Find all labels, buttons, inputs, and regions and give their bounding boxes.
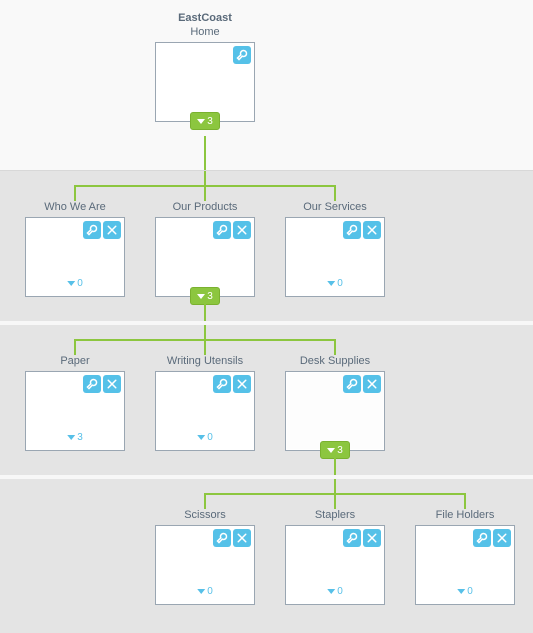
- node-label: Scissors: [155, 509, 255, 521]
- child-count-badge[interactable]: 3: [190, 112, 220, 130]
- child-count: 3: [207, 291, 213, 302]
- close-icon[interactable]: [493, 529, 511, 547]
- node-card[interactable]: 3: [25, 371, 125, 451]
- wrench-icon[interactable]: [213, 375, 231, 393]
- node-our-services: Our Services 0: [285, 201, 385, 297]
- arrow-down-icon: [67, 281, 75, 286]
- wrench-icon[interactable]: [213, 221, 231, 239]
- child-count-badge[interactable]: 0: [191, 582, 219, 600]
- node-label: Staplers: [285, 509, 385, 521]
- child-count-badge[interactable]: 3: [190, 287, 220, 305]
- node-label: Who We Are: [25, 201, 125, 213]
- close-icon[interactable]: [363, 529, 381, 547]
- node-who-we-are: Who We Are 0: [25, 201, 125, 297]
- child-count: 0: [337, 278, 343, 289]
- node-our-products: Our Products 3: [155, 201, 255, 297]
- arrow-down-icon: [327, 281, 335, 286]
- arrow-down-icon: [457, 589, 465, 594]
- close-icon[interactable]: [233, 529, 251, 547]
- node-label: Our Products: [155, 201, 255, 213]
- wrench-icon[interactable]: [83, 221, 101, 239]
- child-count: 0: [337, 586, 343, 597]
- close-icon[interactable]: [233, 221, 251, 239]
- node-card[interactable]: 0: [25, 217, 125, 297]
- child-count: 3: [337, 445, 343, 456]
- child-count-badge[interactable]: 0: [191, 428, 219, 446]
- arrow-down-icon: [197, 589, 205, 594]
- node-label: Paper: [25, 355, 125, 367]
- arrow-down-icon: [67, 435, 75, 440]
- close-icon[interactable]: [363, 375, 381, 393]
- child-count: 0: [207, 432, 213, 443]
- arrow-down-icon: [327, 589, 335, 594]
- node-desk-supplies: Desk Supplies 3: [285, 355, 385, 451]
- wrench-icon[interactable]: [343, 375, 361, 393]
- site-title: EastCoast: [155, 12, 255, 24]
- node-card-root[interactable]: 3: [155, 42, 255, 122]
- tree-level-1: Who We Are 0 Our Products 3 Our: [0, 170, 533, 321]
- child-count-badge[interactable]: 0: [321, 582, 349, 600]
- wrench-icon[interactable]: [233, 46, 251, 64]
- close-icon[interactable]: [103, 375, 121, 393]
- node-label: File Holders: [415, 509, 515, 521]
- arrow-down-icon: [327, 448, 335, 453]
- node-label: Our Services: [285, 201, 385, 213]
- node-card[interactable]: 0: [155, 525, 255, 605]
- child-count-badge[interactable]: 3: [61, 428, 89, 446]
- close-icon[interactable]: [363, 221, 381, 239]
- node-root: EastCoast Home 3: [155, 12, 255, 122]
- wrench-icon[interactable]: [343, 529, 361, 547]
- wrench-icon[interactable]: [473, 529, 491, 547]
- node-card[interactable]: 0: [155, 371, 255, 451]
- child-count-badge[interactable]: 0: [321, 274, 349, 292]
- close-icon[interactable]: [233, 375, 251, 393]
- child-count-badge[interactable]: 0: [61, 274, 89, 292]
- child-count-badge[interactable]: 3: [320, 441, 350, 459]
- tree-level-3: Scissors 0 Staplers 0 File Holde: [0, 475, 533, 633]
- child-count: 3: [77, 432, 83, 443]
- node-writing-utensils: Writing Utensils 0: [155, 355, 255, 451]
- node-label: Desk Supplies: [285, 355, 385, 367]
- node-card[interactable]: 3: [285, 371, 385, 451]
- node-scissors: Scissors 0: [155, 509, 255, 605]
- child-count: 0: [77, 278, 83, 289]
- wrench-icon[interactable]: [213, 529, 231, 547]
- page-title: Home: [155, 26, 255, 38]
- wrench-icon[interactable]: [343, 221, 361, 239]
- arrow-down-icon: [197, 119, 205, 124]
- child-count: 3: [207, 116, 213, 127]
- node-card[interactable]: 3: [155, 217, 255, 297]
- node-paper: Paper 3: [25, 355, 125, 451]
- node-card[interactable]: 0: [285, 217, 385, 297]
- node-card[interactable]: 0: [285, 525, 385, 605]
- arrow-down-icon: [197, 435, 205, 440]
- node-file-holders: File Holders 0: [415, 509, 515, 605]
- tree-level-root: EastCoast Home 3: [0, 0, 533, 170]
- child-count: 0: [467, 586, 473, 597]
- node-card[interactable]: 0: [415, 525, 515, 605]
- child-count-badge[interactable]: 0: [451, 582, 479, 600]
- tree-level-2: Paper 3 Writing Utensils 0 Desk: [0, 321, 533, 475]
- child-count: 0: [207, 586, 213, 597]
- close-icon[interactable]: [103, 221, 121, 239]
- arrow-down-icon: [197, 294, 205, 299]
- wrench-icon[interactable]: [83, 375, 101, 393]
- node-label: Writing Utensils: [155, 355, 255, 367]
- node-staplers: Staplers 0: [285, 509, 385, 605]
